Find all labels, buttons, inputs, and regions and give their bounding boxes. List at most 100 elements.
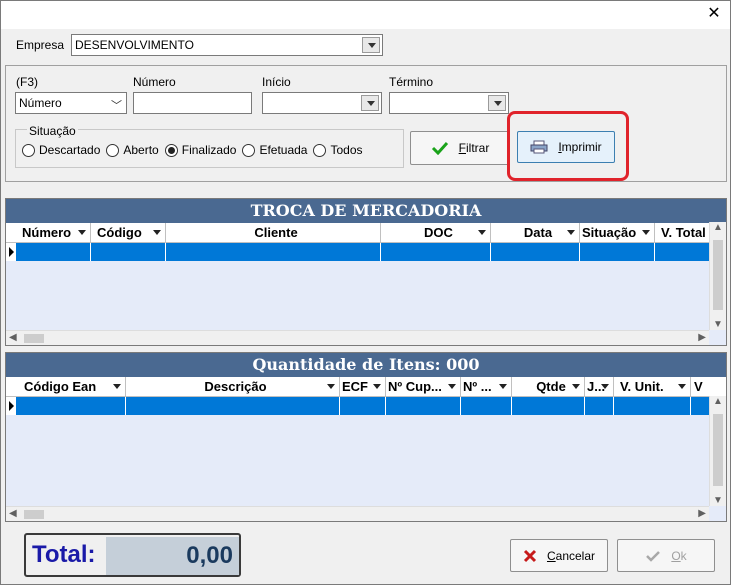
chevron-down-icon[interactable] [362,37,380,53]
checkmark-icon [431,141,448,155]
ok-button[interactable]: Ok [617,539,715,572]
radio-icon[interactable] [106,143,120,157]
table-row[interactable] [6,397,726,415]
inicio-date-input[interactable] [262,92,382,114]
numero-label: Número [133,75,176,89]
field-selector[interactable]: Número ﹀ [15,92,127,114]
col-ecf[interactable]: ECF [340,377,386,396]
empresa-value: DESENVOLVIMENTO [75,38,194,52]
col-qtde[interactable]: Qtde [512,377,585,396]
close-icon [523,549,537,562]
situacao-radios: Descartado Aberto Finalizado Efetuada To… [22,143,369,157]
row-indicator-icon [6,243,16,261]
scroll-thumb[interactable] [24,510,44,519]
chevron-down-icon: ﹀ [111,100,122,112]
inicio-label: Início [262,75,291,89]
cancelar-label: Cancelar [546,548,596,563]
troca-grid-header: Número Código Cliente DOC Data Situação … [6,223,726,243]
title-bar [1,1,730,29]
radio-selected-icon[interactable] [164,143,178,157]
table-row[interactable] [6,243,726,261]
radio-icon[interactable] [313,143,327,157]
chevron-down-icon[interactable] [448,384,456,389]
chevron-down-icon[interactable] [488,95,506,111]
chevron-down-icon[interactable] [113,384,121,389]
imprimir-button[interactable]: Imprimir [517,131,615,163]
chevron-down-icon[interactable] [153,230,161,235]
scroll-down-icon[interactable]: ▼ [710,495,726,506]
radio-aberto[interactable]: Aberto [106,143,159,157]
numero-input[interactable] [133,92,252,114]
itens-hscroll[interactable]: ◀ ▶ [6,506,709,521]
col-v[interactable]: V [691,377,709,396]
scroll-thumb[interactable] [713,414,723,486]
col-n[interactable]: Nº ... [461,377,512,396]
chevron-down-icon[interactable] [373,384,381,389]
imprimir-label: Imprimir [558,140,602,154]
empresa-select[interactable]: DESENVOLVIMENTO [71,34,383,56]
row-indicator-icon [6,397,16,415]
col-data[interactable]: Data [491,223,580,242]
radio-finalizado[interactable]: Finalizado [164,143,236,157]
col-situacao[interactable]: Situação [580,223,655,242]
troca-vscroll[interactable]: ▲ ▼ [709,222,726,330]
field-selector-value: Número [19,96,62,110]
troca-grid[interactable]: TROCA DE MERCADORIA Número Código Client… [5,198,727,346]
scroll-left-icon[interactable]: ◀ [9,332,17,343]
chevron-down-icon[interactable] [499,384,507,389]
termino-date-input[interactable] [389,92,509,114]
field-selector-label: (F3) [16,75,38,89]
cancelar-button[interactable]: Cancelar [510,539,608,572]
chevron-down-icon[interactable] [642,230,650,235]
scroll-down-icon[interactable]: ▼ [710,319,726,330]
radio-efetuada[interactable]: Efetuada [242,143,307,157]
col-codigo[interactable]: Código [91,223,166,242]
troca-grid-title: TROCA DE MERCADORIA [6,199,726,223]
radio-icon[interactable] [242,143,256,157]
ok-label: Ok [671,548,687,563]
printer-icon [530,140,548,154]
col-j[interactable]: J... [585,377,614,396]
chevron-down-icon[interactable] [678,384,686,389]
chevron-down-icon[interactable] [78,230,86,235]
itens-vscroll[interactable]: ▲ ▼ [709,396,726,506]
scroll-right-icon[interactable]: ▶ [698,332,706,343]
col-codigo-ean[interactable]: Código Ean [16,377,126,396]
col-descricao[interactable]: Descrição [126,377,340,396]
scroll-up-icon[interactable]: ▲ [710,396,726,407]
radio-icon[interactable] [22,143,35,157]
termino-label: Término [389,75,434,89]
col-v-unit[interactable]: V. Unit. [614,377,691,396]
scroll-up-icon[interactable]: ▲ [710,222,726,233]
chevron-down-icon[interactable] [327,384,335,389]
scroll-thumb[interactable] [713,240,723,310]
col-doc[interactable]: DOC [381,223,491,242]
chevron-down-icon[interactable] [601,384,609,389]
checkmark-icon [646,550,661,562]
itens-grid-title: Quantidade de Itens: 000 [6,353,726,377]
col-vtotal[interactable]: V. Total [655,223,711,242]
filtrar-label: Filtrar [458,141,490,155]
col-n-cupom[interactable]: Nº Cup... [386,377,461,396]
chevron-down-icon[interactable] [567,230,575,235]
col-cliente[interactable]: Cliente [166,223,381,242]
scroll-thumb[interactable] [24,334,44,343]
col-numero[interactable]: Número [16,223,91,242]
chevron-down-icon[interactable] [572,384,580,389]
filtrar-button[interactable]: Filtrar [410,131,510,165]
chevron-down-icon[interactable] [361,95,379,111]
radio-descartado[interactable]: Descartado [22,143,100,157]
itens-grid-header: Código Ean Descrição ECF Nº Cup... Nº ..… [6,377,726,397]
total-label: Total: [32,541,96,568]
close-icon[interactable]: ✕ [700,3,728,25]
total-value: 0,00 [106,537,239,575]
radio-todos[interactable]: Todos [313,143,363,157]
scroll-right-icon[interactable]: ▶ [698,508,706,519]
empresa-label: Empresa [16,38,65,52]
chevron-down-icon[interactable] [478,230,486,235]
total-box: Total: 0,00 [24,533,241,577]
troca-hscroll[interactable]: ◀ ▶ [6,330,709,345]
scroll-left-icon[interactable]: ◀ [9,508,17,519]
itens-grid[interactable]: Quantidade de Itens: 000 Código Ean Desc… [5,352,727,522]
situacao-label: Situação [27,124,78,138]
